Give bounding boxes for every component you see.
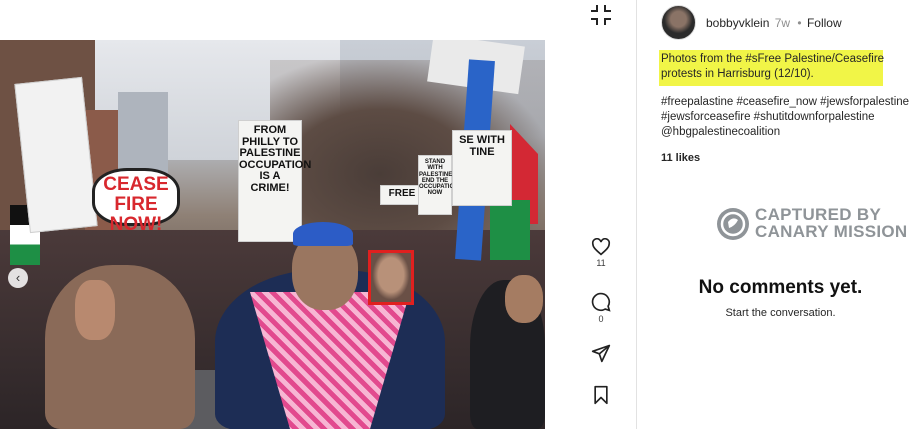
photo-cap bbox=[293, 222, 353, 246]
bookmark-icon bbox=[586, 385, 616, 405]
share-icon bbox=[586, 343, 616, 363]
photo-person bbox=[505, 275, 543, 323]
watermark: CAPTURED BY CANARY MISSION bbox=[717, 205, 922, 243]
watermark-line: CANARY MISSION bbox=[755, 222, 908, 241]
no-comments-title: No comments yet. bbox=[698, 277, 863, 298]
username-link[interactable]: bobbyvklein bbox=[706, 16, 769, 30]
post-hashtags[interactable]: #freepalastine #ceasefire_now #jewsforpa… bbox=[661, 95, 916, 140]
photo-flag bbox=[490, 200, 530, 260]
canary-logo-icon bbox=[717, 208, 749, 240]
heart-icon bbox=[586, 238, 616, 256]
like-count: 11 bbox=[596, 258, 606, 268]
photo-sign-philly: FROM PHILLY TO PALESTINE OCCUPATION IS A… bbox=[238, 120, 311, 242]
share-button[interactable] bbox=[586, 343, 616, 363]
comment-icon bbox=[586, 292, 616, 312]
likes-count[interactable]: 11 likes bbox=[661, 152, 700, 164]
carousel-prev-button[interactable]: ‹ bbox=[8, 268, 28, 288]
watermark-line: CAPTURED BY bbox=[755, 205, 882, 224]
instagram-post-view: CEASE FIRE NOW! FROM PHILLY TO PALESTINE… bbox=[0, 0, 923, 429]
save-button[interactable] bbox=[586, 385, 616, 405]
start-conversation-text: Start the conversation. bbox=[725, 307, 836, 319]
comment-button[interactable]: 0 bbox=[586, 292, 616, 324]
follow-button[interactable]: Follow bbox=[807, 16, 842, 30]
avatar[interactable] bbox=[661, 5, 696, 40]
collapse-icon[interactable] bbox=[590, 4, 612, 26]
photo-sign-stand: STAND WITH PALESTINE END THE OCCUPATION … bbox=[418, 155, 458, 215]
post-caption: Photos from the #sFree Palestine/Ceasefi… bbox=[661, 52, 891, 82]
photo-sign-with: SE WITH TINE bbox=[452, 130, 512, 206]
watermark-text: CAPTURED BY CANARY MISSION bbox=[755, 206, 908, 240]
comment-count: 0 bbox=[598, 314, 604, 324]
photo-person bbox=[75, 280, 115, 340]
face-highlight-box bbox=[368, 250, 414, 305]
post-photo: CEASE FIRE NOW! FROM PHILLY TO PALESTINE… bbox=[0, 40, 545, 429]
like-button[interactable]: 11 bbox=[586, 238, 616, 268]
photo-person bbox=[45, 265, 195, 429]
post-side-panel: bobbyvklein 7w • Follow Photos from the … bbox=[636, 0, 923, 429]
caption-line: protests in Harrisburg (12/10). bbox=[661, 68, 814, 80]
caption-line: Photos from the #sFree Palestine/Ceasefi… bbox=[661, 53, 885, 65]
photo-sign-ceasefire: CEASE FIRE NOW! bbox=[92, 168, 180, 234]
post-age: 7w bbox=[774, 16, 791, 30]
separator-dot: • bbox=[797, 16, 802, 30]
post-header: bobbyvklein 7w • Follow bbox=[706, 16, 842, 30]
